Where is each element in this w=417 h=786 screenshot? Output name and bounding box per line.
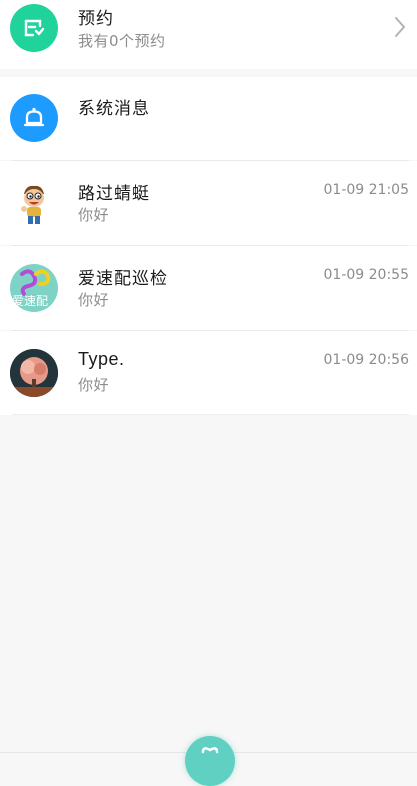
calendar-check-icon [10,4,58,52]
home-heart-icon[interactable] [185,736,235,786]
chat-time: 01-09 20:55 [323,267,409,283]
system-message-row[interactable]: 系统消息 [0,77,417,160]
chat-time: 01-09 21:05 [323,182,409,198]
chat-name: 路过蜻蜓 [78,184,150,204]
chat-time: 01-09 20:56 [323,352,409,368]
chat-item[interactable]: 路过蜻蜓 你好 01-09 21:05 [0,161,417,245]
chat-message: 你好 [78,376,110,394]
asp-logo-avatar: 爱速配 [10,264,58,312]
chat-item[interactable]: Type. 你好 01-09 20:56 [0,331,417,415]
chat-message: 你好 [78,291,110,309]
appointment-title: 预约 [78,9,114,29]
chat-name: 爱速配巡检 [78,269,168,289]
appointment-row[interactable]: 预约 我有0个预约 [0,0,417,69]
avatar-logo-text: 爱速配 [12,294,49,308]
chat-name: Type. [78,349,125,369]
bell-icon [10,94,58,142]
chat-item[interactable]: 爱速配 爱速配巡检 你好 01-09 20:55 [0,246,417,330]
tree-photo-avatar [10,349,58,397]
appointment-subtitle: 我有0个预约 [78,32,166,50]
system-message-title: 系统消息 [78,99,150,119]
chat-message: 你好 [78,206,110,224]
divider [12,414,409,415]
chevron-right-icon [393,16,407,42]
cartoon-boy-avatar [10,179,58,227]
